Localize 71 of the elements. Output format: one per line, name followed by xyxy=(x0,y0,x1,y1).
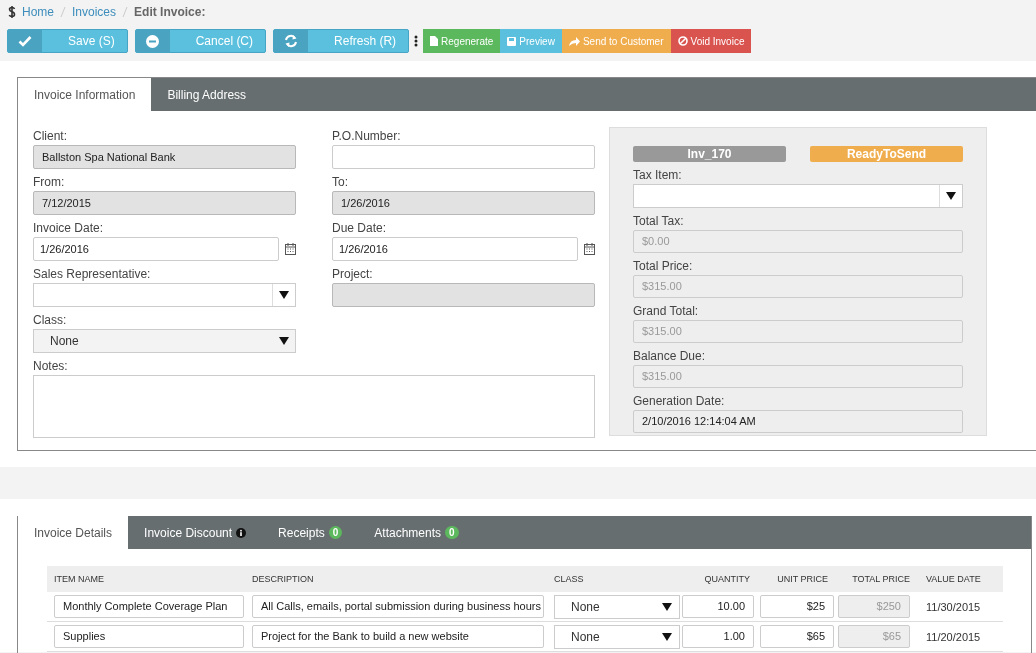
column-header: DESCRIPTION xyxy=(251,574,315,584)
minus-circle-icon xyxy=(146,34,160,48)
field-label: Class: xyxy=(33,312,68,329)
input-field[interactable] xyxy=(332,145,595,169)
calendar-icon[interactable] xyxy=(285,243,296,255)
dropdown-arrow-icon xyxy=(946,192,956,200)
input-field[interactable]: 2/10/2016 12:14:04 AM xyxy=(633,410,963,433)
action-button[interactable]: Void Invoice xyxy=(670,29,752,53)
document-icon xyxy=(430,36,439,46)
tab[interactable]: Billing Address xyxy=(151,78,263,111)
class-dropdown[interactable]: None xyxy=(554,594,680,619)
field-label: Project: xyxy=(332,266,374,283)
field-label: Balance Due: xyxy=(633,348,707,365)
field-label: Total Price: xyxy=(633,258,694,275)
table-cell: 11/30/2015 xyxy=(926,600,981,613)
tab[interactable]: Invoice Details xyxy=(18,516,129,549)
unit-price-field[interactable]: $65 xyxy=(760,625,834,648)
field-label: Grand Total: xyxy=(633,303,700,320)
column-header: UNIT PRICE xyxy=(776,574,829,584)
field-label: Total Tax: xyxy=(633,213,685,230)
field-label: From: xyxy=(33,174,66,191)
more-options-icon[interactable] xyxy=(414,35,419,47)
date-field[interactable]: 1/26/2016 xyxy=(33,237,279,261)
tab[interactable]: Invoice Discount xyxy=(128,516,263,549)
description-field[interactable]: Project for the Bank to build a new website xyxy=(252,625,544,648)
ban-icon xyxy=(677,36,688,46)
field-label: Notes: xyxy=(33,358,69,375)
tab[interactable]: Receipts 0 xyxy=(262,516,359,549)
breadcrumb-current: Edit Invoice: xyxy=(134,5,206,19)
unit-price-field[interactable]: $25 xyxy=(760,595,834,618)
field-label: Client: xyxy=(33,128,68,145)
refresh-icon xyxy=(284,34,299,48)
column-header: ITEM NAME xyxy=(53,574,105,584)
table-cell: 11/20/2015 xyxy=(926,630,981,643)
quantity-field[interactable]: 10.00 xyxy=(682,595,754,618)
total-price-field: $65 xyxy=(838,625,910,648)
total-price-field: $250 xyxy=(838,595,910,618)
dropdown-arrow-icon xyxy=(279,291,289,299)
date-field[interactable]: 1/26/2016 xyxy=(332,237,578,261)
status-badge: Inv_170 xyxy=(633,146,786,162)
column-header: TOTAL PRICE xyxy=(851,574,911,584)
dropdown-arrow-icon xyxy=(662,632,672,641)
field-label: Due Date: xyxy=(332,220,388,237)
column-header: VALUE DATE xyxy=(925,574,982,584)
column-header: QUANTITY xyxy=(703,574,751,584)
item-name-field[interactable]: Supplies xyxy=(54,625,244,648)
field-label: Sales Representative: xyxy=(33,266,152,283)
dropdown-arrow-icon xyxy=(662,602,672,611)
tab[interactable]: Invoice Information xyxy=(18,78,152,111)
checkmark-icon xyxy=(18,35,32,47)
field-label: Generation Date: xyxy=(633,393,726,410)
share-arrow-icon xyxy=(568,36,580,46)
field-label: To: xyxy=(332,174,349,191)
tab[interactable]: Attachments 0 xyxy=(358,516,475,549)
field-label: Tax Item: xyxy=(633,167,683,184)
description-field[interactable]: All Calls, emails, portal submission during business hours xyxy=(252,595,544,618)
dropdown[interactable] xyxy=(33,283,296,307)
breadcrumb-separator xyxy=(122,6,129,18)
breadcrumb-separator xyxy=(60,6,66,18)
column-header: CLASS xyxy=(553,574,585,584)
calendar-icon[interactable] xyxy=(584,243,595,255)
field-label: Invoice Date: xyxy=(33,220,105,237)
dropdown[interactable] xyxy=(633,184,963,208)
status-badge: ReadyToSend xyxy=(810,146,963,162)
dollar-icon xyxy=(8,6,16,18)
dropdown-arrow-icon xyxy=(279,337,289,345)
field-label: P.O.Number: xyxy=(332,128,402,145)
class-dropdown[interactable]: None xyxy=(554,624,680,649)
quantity-field[interactable]: 1.00 xyxy=(682,625,754,648)
notes-field[interactable] xyxy=(33,375,595,438)
item-name-field[interactable]: Monthly Complete Coverage Plan xyxy=(54,595,244,618)
